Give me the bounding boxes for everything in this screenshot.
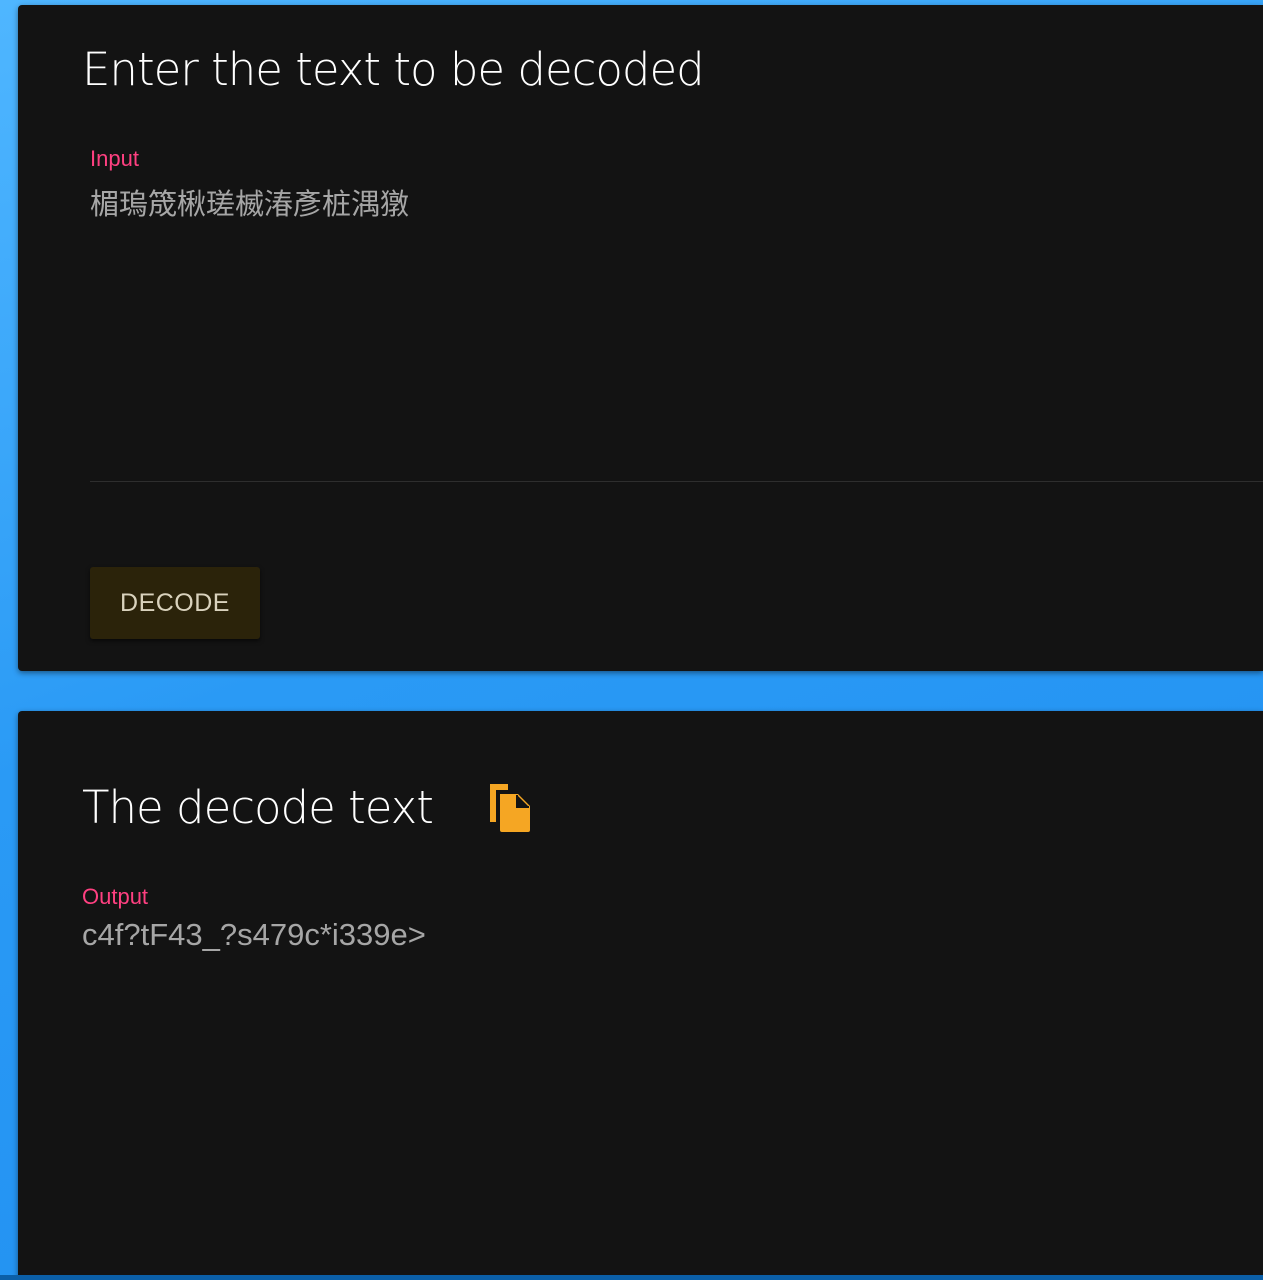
decode-button[interactable]: DECODE	[90, 567, 260, 639]
output-card-title: The decode text	[82, 781, 434, 834]
input-label: Input	[90, 146, 139, 171]
copy-file-icon	[486, 782, 536, 834]
input-textarea[interactable]	[90, 181, 1263, 482]
output-label: Output	[82, 884, 149, 909]
input-card-title: Enter the text to be decoded	[82, 43, 705, 96]
bottom-strip	[0, 1275, 1263, 1280]
input-card: Enter the text to be decoded Input DECOD…	[18, 5, 1263, 671]
output-card: The decode text Output c4f?tF43_?s479c*i…	[18, 711, 1263, 1280]
output-text: c4f?tF43_?s479c*i339e>	[82, 917, 426, 952]
copy-button[interactable]	[486, 782, 536, 834]
